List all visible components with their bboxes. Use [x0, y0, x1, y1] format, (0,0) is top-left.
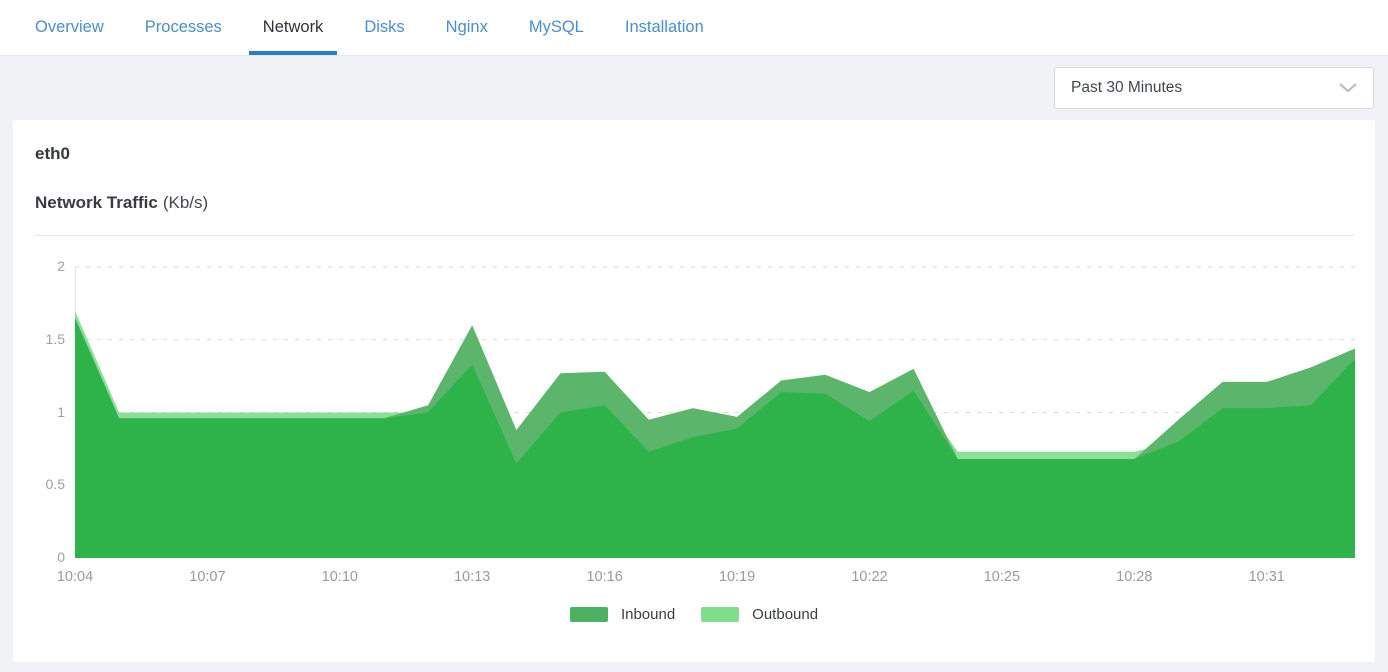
tab-mysql[interactable]: MySQL: [529, 0, 584, 55]
toolbar: Past 30 Minutes: [0, 56, 1388, 120]
y-axis-label: 2: [23, 258, 65, 274]
x-axis-label: 10:22: [834, 569, 904, 585]
x-axis-label: 10:13: [437, 569, 507, 585]
legend-item-outbound: Outbound: [701, 606, 818, 623]
tab-nginx[interactable]: Nginx: [446, 0, 488, 55]
x-axis-label: 10:28: [1099, 569, 1169, 585]
tab-bar: Overview Processes Network Disks Nginx MySQL I…: [0, 0, 1388, 56]
x-axis-label: 10:04: [40, 569, 110, 585]
tab-disks[interactable]: Disks: [364, 0, 404, 55]
x-axis-label: 10:16: [570, 569, 640, 585]
legend-label: Outbound: [752, 606, 818, 623]
network-traffic-chart: 0 0.5 1 1.5 2 10:04 10:07 10:10 10:13 10:16 10:19 1…: [13, 120, 1375, 662]
chevron-down-icon: [1339, 83, 1357, 93]
x-axis-label: 10:07: [172, 569, 242, 585]
tab-network[interactable]: Network: [263, 0, 324, 55]
y-axis-label: 1.5: [23, 331, 65, 347]
tab-installation[interactable]: Installation: [625, 0, 704, 55]
legend-swatch-outbound: [701, 607, 739, 622]
time-range-select[interactable]: Past 30 Minutes: [1054, 67, 1374, 109]
legend-label: Inbound: [621, 606, 675, 623]
y-axis-label: 0.5: [23, 476, 65, 492]
y-axis-label: 0: [23, 549, 65, 565]
chart-plot-area: [75, 267, 1355, 558]
tab-processes[interactable]: Processes: [145, 0, 222, 55]
legend-swatch-inbound: [570, 607, 608, 622]
chart-legend: Inbound Outbound: [13, 606, 1375, 623]
legend-item-inbound: Inbound: [570, 606, 675, 623]
x-axis-label: 10:19: [702, 569, 772, 585]
network-card: eth0 Network Traffic(Kb/s) 00.511.5210:0…: [13, 120, 1375, 662]
time-range-value: Past 30 Minutes: [1071, 79, 1182, 97]
y-axis-label: 1: [23, 404, 65, 420]
x-axis-label: 10:10: [305, 569, 375, 585]
x-axis-label: 10:25: [967, 569, 1037, 585]
x-axis-label: 10:31: [1232, 569, 1302, 585]
tab-overview[interactable]: Overview: [35, 0, 104, 55]
